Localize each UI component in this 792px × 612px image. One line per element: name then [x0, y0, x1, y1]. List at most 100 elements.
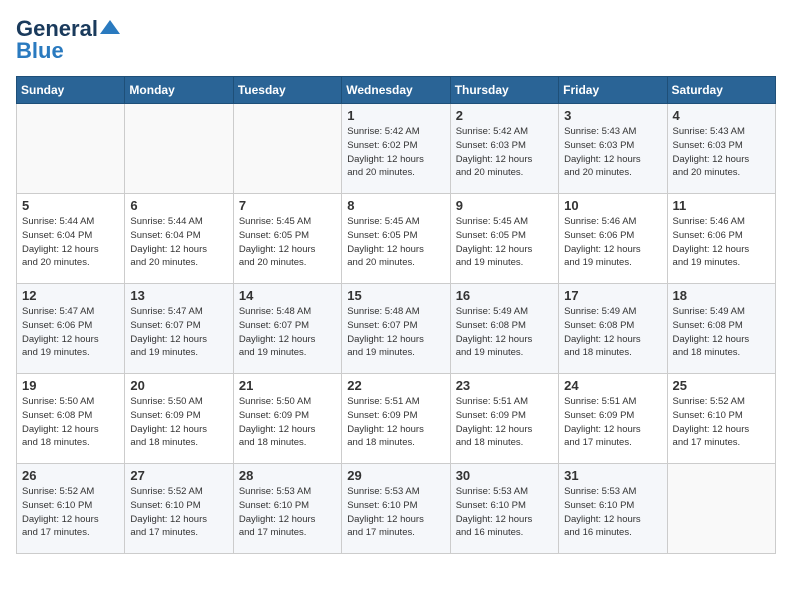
calendar-cell: 22 Sunrise: 5:51 AMSunset: 6:09 PMDayligh…: [342, 374, 450, 464]
calendar-cell: 8Sunrise: 5:45 AMSunset: 6:05 PMDaylight…: [342, 194, 450, 284]
logo-icon: [100, 20, 120, 34]
day-number: 3: [564, 108, 661, 123]
day-info: Sunrise: 5:42 AMSunset: 6:02 PMDaylight:…: [347, 125, 444, 180]
day-info: Sunrise: 5:46 AMSunset: 6:06 PMDaylight:…: [673, 215, 770, 270]
day-info: Sunrise: 5:50 AMSunset: 6:09 PMDaylight:…: [239, 395, 336, 450]
day-info: Sunrise: 5:48 AMSunset: 6:07 PMDaylight:…: [239, 305, 336, 360]
calendar-week-2: 5 Sunrise: 5:44 AMSunset: 6:04 PMDaylight…: [17, 194, 776, 284]
day-info: Sunrise: 5:43 AMSunset: 6:03 PMDaylight:…: [673, 125, 770, 180]
calendar-cell: 25 Sunrise: 5:52 AMSunset: 6:10 PMDayligh…: [667, 374, 775, 464]
calendar-cell: 30 Sunrise: 5:53 AMSunset: 6:10 PMDayligh…: [450, 464, 558, 554]
day-info: Sunrise: 5:44 AMSunset: 6:04 PMDaylight:…: [22, 215, 119, 270]
calendar-cell: 4 Sunrise: 5:43 AMSunset: 6:03 PMDaylight…: [667, 104, 775, 194]
day-number: 26: [22, 468, 119, 483]
calendar-cell: 28 Sunrise: 5:53 AMSunset: 6:10 PMDayligh…: [233, 464, 341, 554]
logo: General Blue: [16, 16, 120, 64]
day-number: 15: [347, 288, 444, 303]
calendar-body: 1 Sunrise: 5:42 AMSunset: 6:02 PMDaylight…: [17, 104, 776, 554]
day-number: 6: [130, 198, 227, 213]
weekday-header-friday: Friday: [559, 77, 667, 104]
calendar-header-row: SundayMondayTuesdayWednesdayThursdayFrid…: [17, 77, 776, 104]
day-info: Sunrise: 5:49 AMSunset: 6:08 PMDaylight:…: [564, 305, 661, 360]
weekday-header-tuesday: Tuesday: [233, 77, 341, 104]
day-info: Sunrise: 5:47 AMSunset: 6:07 PMDaylight:…: [130, 305, 227, 360]
day-number: 20: [130, 378, 227, 393]
day-info: Sunrise: 5:48 AMSunset: 6:07 PMDaylight:…: [347, 305, 444, 360]
day-number: 10: [564, 198, 661, 213]
day-number: 14: [239, 288, 336, 303]
day-info: Sunrise: 5:47 AMSunset: 6:06 PMDaylight:…: [22, 305, 119, 360]
day-info: Sunrise: 5:45 AMSunset: 6:05 PMDaylight:…: [239, 215, 336, 270]
day-info: Sunrise: 5:51 AMSunset: 6:09 PMDaylight:…: [347, 395, 444, 450]
calendar-week-3: 12 Sunrise: 5:47 AMSunset: 6:06 PMDayligh…: [17, 284, 776, 374]
calendar-cell: 21 Sunrise: 5:50 AMSunset: 6:09 PMDayligh…: [233, 374, 341, 464]
day-number: 22: [347, 378, 444, 393]
calendar-cell: 2Sunrise: 5:42 AMSunset: 6:03 PMDaylight…: [450, 104, 558, 194]
day-info: Sunrise: 5:52 AMSunset: 6:10 PMDaylight:…: [22, 485, 119, 540]
day-number: 23: [456, 378, 553, 393]
day-info: Sunrise: 5:53 AMSunset: 6:10 PMDaylight:…: [456, 485, 553, 540]
calendar-cell: [125, 104, 233, 194]
calendar-cell: 29 Sunrise: 5:53 AMSunset: 6:10 PMDayligh…: [342, 464, 450, 554]
day-info: Sunrise: 5:53 AMSunset: 6:10 PMDaylight:…: [347, 485, 444, 540]
calendar-cell: 19Sunrise: 5:50 AMSunset: 6:08 PMDayligh…: [17, 374, 125, 464]
calendar-cell: 10 Sunrise: 5:46 AMSunset: 6:06 PMDayligh…: [559, 194, 667, 284]
calendar-cell: 16Sunrise: 5:49 AMSunset: 6:08 PMDayligh…: [450, 284, 558, 374]
day-number: 28: [239, 468, 336, 483]
calendar-week-1: 1 Sunrise: 5:42 AMSunset: 6:02 PMDaylight…: [17, 104, 776, 194]
day-number: 12: [22, 288, 119, 303]
day-number: 30: [456, 468, 553, 483]
day-info: Sunrise: 5:51 AMSunset: 6:09 PMDaylight:…: [456, 395, 553, 450]
day-number: 13: [130, 288, 227, 303]
calendar-week-4: 19Sunrise: 5:50 AMSunset: 6:08 PMDayligh…: [17, 374, 776, 464]
calendar-cell: 26 Sunrise: 5:52 AMSunset: 6:10 PMDayligh…: [17, 464, 125, 554]
calendar-week-5: 26 Sunrise: 5:52 AMSunset: 6:10 PMDayligh…: [17, 464, 776, 554]
calendar-cell: 6 Sunrise: 5:44 AMSunset: 6:04 PMDaylight…: [125, 194, 233, 284]
weekday-header-sunday: Sunday: [17, 77, 125, 104]
day-info: Sunrise: 5:50 AMSunset: 6:08 PMDaylight:…: [22, 395, 119, 450]
calendar-cell: 5 Sunrise: 5:44 AMSunset: 6:04 PMDaylight…: [17, 194, 125, 284]
calendar-cell: [17, 104, 125, 194]
day-number: 11: [673, 198, 770, 213]
day-number: 18: [673, 288, 770, 303]
day-number: 21: [239, 378, 336, 393]
day-info: Sunrise: 5:46 AMSunset: 6:06 PMDaylight:…: [564, 215, 661, 270]
calendar-cell: 1 Sunrise: 5:42 AMSunset: 6:02 PMDaylight…: [342, 104, 450, 194]
calendar-cell: 3 Sunrise: 5:43 AMSunset: 6:03 PMDaylight…: [559, 104, 667, 194]
calendar-cell: 9Sunrise: 5:45 AMSunset: 6:05 PMDaylight…: [450, 194, 558, 284]
calendar-cell: 24 Sunrise: 5:51 AMSunset: 6:09 PMDayligh…: [559, 374, 667, 464]
day-number: 25: [673, 378, 770, 393]
day-number: 4: [673, 108, 770, 123]
day-number: 7: [239, 198, 336, 213]
day-number: 24: [564, 378, 661, 393]
weekday-header-wednesday: Wednesday: [342, 77, 450, 104]
day-number: 27: [130, 468, 227, 483]
calendar-cell: 27 Sunrise: 5:52 AMSunset: 6:10 PMDayligh…: [125, 464, 233, 554]
calendar-cell: 17 Sunrise: 5:49 AMSunset: 6:08 PMDayligh…: [559, 284, 667, 374]
day-number: 1: [347, 108, 444, 123]
day-number: 31: [564, 468, 661, 483]
calendar-cell: 15 Sunrise: 5:48 AMSunset: 6:07 PMDayligh…: [342, 284, 450, 374]
weekday-header-saturday: Saturday: [667, 77, 775, 104]
day-info: Sunrise: 5:44 AMSunset: 6:04 PMDaylight:…: [130, 215, 227, 270]
day-number: 5: [22, 198, 119, 213]
day-info: Sunrise: 5:53 AMSunset: 6:10 PMDaylight:…: [239, 485, 336, 540]
day-info: Sunrise: 5:52 AMSunset: 6:10 PMDaylight:…: [673, 395, 770, 450]
weekday-header-thursday: Thursday: [450, 77, 558, 104]
day-info: Sunrise: 5:50 AMSunset: 6:09 PMDaylight:…: [130, 395, 227, 450]
calendar-cell: 7 Sunrise: 5:45 AMSunset: 6:05 PMDaylight…: [233, 194, 341, 284]
day-info: Sunrise: 5:52 AMSunset: 6:10 PMDaylight:…: [130, 485, 227, 540]
day-number: 29: [347, 468, 444, 483]
weekday-header-monday: Monday: [125, 77, 233, 104]
day-info: Sunrise: 5:45 AMSunset: 6:05 PMDaylight:…: [347, 215, 444, 270]
logo-blue: Blue: [16, 38, 64, 64]
calendar-table: SundayMondayTuesdayWednesdayThursdayFrid…: [16, 76, 776, 554]
day-info: Sunrise: 5:43 AMSunset: 6:03 PMDaylight:…: [564, 125, 661, 180]
day-info: Sunrise: 5:51 AMSunset: 6:09 PMDaylight:…: [564, 395, 661, 450]
calendar-cell: 18 Sunrise: 5:49 AMSunset: 6:08 PMDayligh…: [667, 284, 775, 374]
day-number: 17: [564, 288, 661, 303]
calendar-cell: [233, 104, 341, 194]
day-info: Sunrise: 5:49 AMSunset: 6:08 PMDaylight:…: [673, 305, 770, 360]
calendar-cell: [667, 464, 775, 554]
calendar-cell: 31Sunrise: 5:53 AMSunset: 6:10 PMDayligh…: [559, 464, 667, 554]
